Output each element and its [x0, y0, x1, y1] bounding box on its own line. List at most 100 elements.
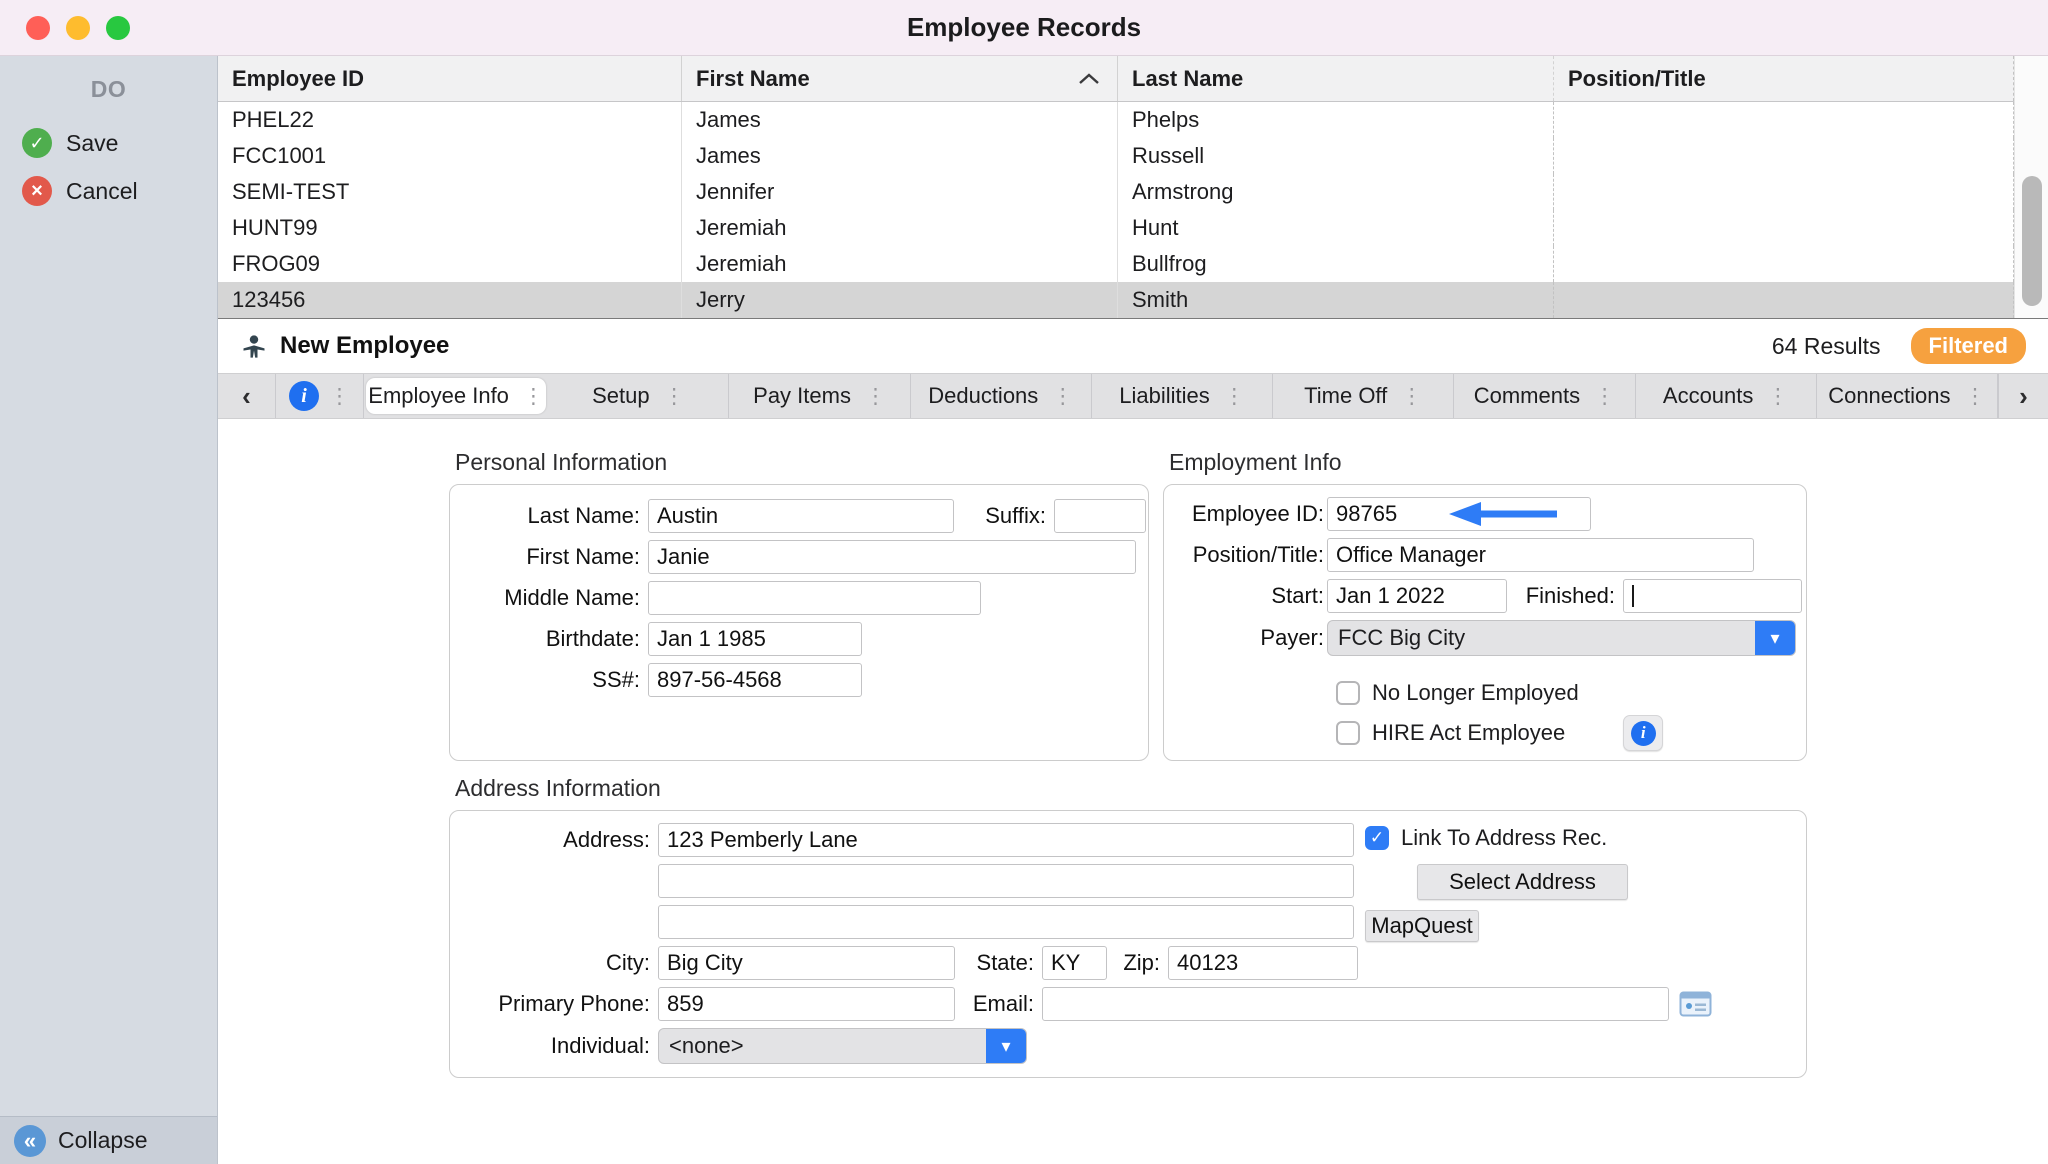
table-row-selected[interactable]: 123456 Jerry Smith [218, 282, 2048, 318]
cancel-button[interactable]: × Cancel [0, 167, 217, 215]
table-header-row: Employee ID First Name Last Name Positio… [218, 56, 2048, 102]
position-title-input[interactable] [1327, 538, 1754, 572]
cell-position [1554, 138, 2014, 174]
tab-options-dots[interactable]: ⋮ [1052, 384, 1073, 409]
contact-card-icon[interactable] [1679, 989, 1713, 1019]
finished-date-input[interactable] [1623, 579, 1802, 613]
payer-dropdown-button[interactable]: ▾ [1755, 621, 1795, 655]
info-icon: i [1631, 721, 1656, 746]
table-row[interactable]: HUNT99 Jeremiah Hunt [218, 210, 2048, 246]
record-info-button[interactable]: i ⋮ [276, 374, 364, 418]
tab-deductions[interactable]: Deductions⋮ [911, 374, 1092, 418]
column-header-position[interactable]: Position/Title [1554, 56, 2014, 101]
collapse-chevrons-icon: « [14, 1125, 46, 1157]
cell-first-name: James [682, 102, 1118, 138]
tab-accounts[interactable]: Accounts⋮ [1636, 374, 1817, 418]
cell-employee-id: HUNT99 [218, 210, 682, 246]
individual-dropdown[interactable]: <none> ▾ [658, 1028, 1027, 1064]
last-name-row: Last Name: Suffix: [462, 499, 1136, 533]
collapse-sidebar-button[interactable]: « Collapse [0, 1116, 217, 1164]
link-to-address-row: ✓ Link To Address Rec. [1365, 825, 1795, 851]
tab-options-dots[interactable]: ⋮ [664, 384, 685, 409]
action-sidebar: DO ✓ Save × Cancel « Collapse [0, 56, 218, 1164]
table-row[interactable]: FCC1001 James Russell [218, 138, 2048, 174]
zoom-window-button[interactable] [106, 16, 130, 40]
record-header-bar: New Employee 64 Results Filtered [218, 319, 2048, 373]
collapse-button-label: Collapse [58, 1127, 148, 1154]
city-input[interactable] [658, 946, 955, 980]
address-line3-input[interactable] [658, 905, 1354, 939]
sort-ascending-icon [1077, 72, 1101, 86]
payer-dropdown[interactable]: FCC Big City ▾ [1327, 620, 1796, 656]
email-input[interactable] [1042, 987, 1669, 1021]
address-line2-input[interactable] [658, 864, 1354, 898]
select-address-button[interactable]: Select Address [1417, 864, 1628, 900]
tab-options-dots[interactable]: ⋮ [1767, 384, 1788, 409]
birthdate-input[interactable] [648, 622, 862, 656]
ssn-input[interactable] [648, 663, 862, 697]
tab-comments[interactable]: Comments⋮ [1454, 374, 1635, 418]
mapquest-button[interactable]: MapQuest [1365, 910, 1479, 942]
employee-id-input[interactable] [1327, 497, 1591, 531]
tab-options-dots[interactable]: ⋮ [1401, 384, 1422, 409]
app-window: Employee Records DO ✓ Save × Cancel « Co… [0, 0, 2048, 1164]
tab-employee-info[interactable]: Employee Info⋮ [366, 378, 546, 414]
close-window-button[interactable] [26, 16, 50, 40]
personal-info-section-title: Personal Information [449, 449, 1149, 476]
table-row[interactable]: SEMI-TEST Jennifer Armstrong [218, 174, 2048, 210]
tab-setup[interactable]: Setup⋮ [548, 374, 729, 418]
column-header-employee-id[interactable]: Employee ID [218, 56, 682, 101]
address-line1-input[interactable] [658, 823, 1354, 857]
tab-pay-items[interactable]: Pay Items⋮ [729, 374, 910, 418]
link-to-address-checkbox[interactable]: ✓ [1365, 826, 1389, 850]
cell-first-name: James [682, 138, 1118, 174]
start-date-input[interactable] [1327, 579, 1507, 613]
birthdate-label: Birthdate: [462, 626, 640, 652]
hire-act-info-button[interactable]: i [1623, 715, 1663, 751]
no-longer-employed-checkbox[interactable] [1336, 681, 1360, 705]
tab-options-dots[interactable]: ⋮ [329, 384, 350, 409]
cell-position [1554, 246, 2014, 282]
table-scrollbar[interactable] [2014, 56, 2048, 318]
primary-phone-input[interactable] [658, 987, 955, 1021]
filtered-badge[interactable]: Filtered [1911, 328, 2026, 364]
tab-options-dots[interactable]: ⋮ [1594, 384, 1615, 409]
table-scrollbar-thumb[interactable] [2022, 176, 2042, 306]
hire-act-checkbox[interactable] [1336, 721, 1360, 745]
column-header-last-name[interactable]: Last Name [1118, 56, 1554, 101]
employee-table: Employee ID First Name Last Name Positio… [218, 56, 2048, 319]
tab-connections[interactable]: Connections⋮ [1817, 374, 1998, 418]
save-button-label: Save [66, 130, 118, 157]
first-name-input[interactable] [648, 540, 1136, 574]
tab-time-off[interactable]: Time Off⋮ [1273, 374, 1454, 418]
save-button[interactable]: ✓ Save [0, 119, 217, 167]
position-title-row: Position/Title: [1174, 538, 1796, 572]
tab-options-dots[interactable]: ⋮ [523, 384, 544, 409]
minimize-window-button[interactable] [66, 16, 90, 40]
individual-dropdown-button[interactable]: ▾ [986, 1029, 1026, 1063]
table-row[interactable]: FROG09 Jeremiah Bullfrog [218, 246, 2048, 282]
cell-first-name: Jennifer [682, 174, 1118, 210]
zip-input[interactable] [1168, 946, 1358, 980]
tabs-scroll-left-button[interactable]: ‹ [218, 374, 276, 418]
middle-name-input[interactable] [648, 581, 981, 615]
suffix-input[interactable] [1054, 499, 1146, 533]
tab-options-dots[interactable]: ⋮ [865, 384, 886, 409]
table-row[interactable]: PHEL22 James Phelps [218, 102, 2048, 138]
window-controls [26, 16, 130, 40]
tab-options-dots[interactable]: ⋮ [1224, 384, 1245, 409]
ssn-row: SS#: [462, 663, 1136, 697]
sidebar-section-label: DO [0, 56, 217, 119]
tab-options-dots[interactable]: ⋮ [1965, 384, 1986, 409]
state-input[interactable] [1042, 946, 1107, 980]
last-name-input[interactable] [648, 499, 954, 533]
column-header-first-name[interactable]: First Name [682, 56, 1118, 101]
birthdate-row: Birthdate: [462, 622, 1136, 656]
cell-first-name: Jerry [682, 282, 1118, 318]
tabs-scroll-right-button[interactable]: › [1998, 374, 2048, 418]
cell-position [1554, 210, 2014, 246]
tab-liabilities[interactable]: Liabilities⋮ [1092, 374, 1273, 418]
cell-employee-id: FCC1001 [218, 138, 682, 174]
personal-info-section: Personal Information Last Name: Suffix: … [449, 449, 1149, 761]
individual-selected-value: <none> [659, 1033, 986, 1059]
